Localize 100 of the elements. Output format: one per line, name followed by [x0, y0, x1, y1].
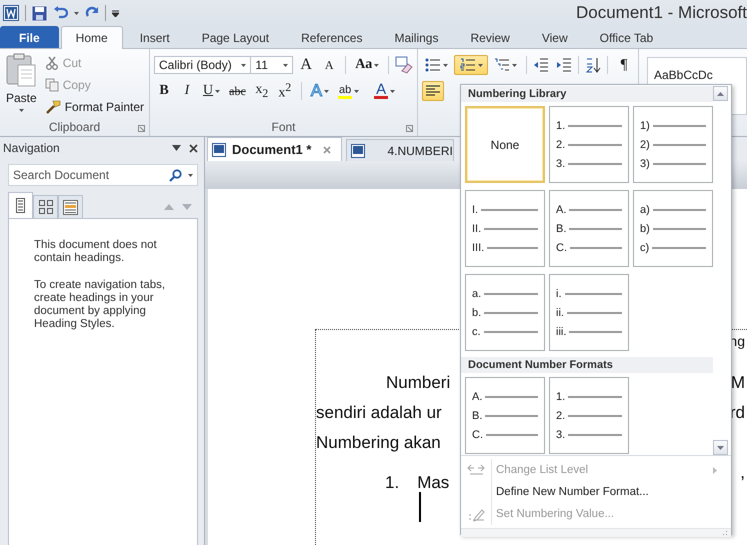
paste-button[interactable]: Paste: [4, 53, 39, 118]
document-icon: [351, 144, 366, 158]
down-arrow-icon: [717, 446, 724, 450]
document-text: ,: [740, 463, 745, 483]
underline-button[interactable]: U: [200, 81, 224, 101]
sort-icon[interactable]: [585, 57, 601, 73]
numbering-option[interactable]: a. b. c.: [465, 274, 545, 351]
section-header: Document Number Formats: [461, 357, 713, 373]
decrease-indent-icon[interactable]: [533, 58, 549, 72]
scissors-icon: [44, 56, 59, 70]
multilevel-list-icon: [494, 58, 510, 72]
document-outline-icon: [16, 198, 25, 213]
menu-item[interactable]: Define New Number Format...: [461, 481, 731, 503]
dropdown-caret-icon: [324, 90, 330, 92]
window-title: Document1 - Microsoft: [576, 3, 747, 23]
close-icon[interactable]: [189, 144, 198, 152]
document-text: Mas: [417, 472, 450, 492]
ribbon-tab[interactable]: Home: [60, 26, 123, 49]
numbering-option[interactable]: 1. 2. 3.: [549, 377, 629, 454]
dropdown-caret-icon: [188, 174, 193, 176]
numbering-option[interactable]: A. B. C.: [549, 190, 629, 267]
numbered-list-icon: [460, 58, 476, 72]
strike-button[interactable]: abc: [226, 81, 249, 101]
scroll-up-button[interactable]: [713, 86, 728, 101]
dropdown-caret-icon: [390, 90, 396, 92]
navigation-tab[interactable]: [33, 195, 58, 218]
numbering-option[interactable]: None: [465, 106, 545, 183]
change-case-button[interactable]: Aa: [352, 55, 382, 75]
numbering-option[interactable]: A. B. C.: [465, 377, 545, 454]
dialog-launcher-icon[interactable]: [406, 125, 413, 132]
word-app-icon[interactable]: [3, 5, 19, 21]
page-thumbnails-icon: [38, 200, 52, 214]
numbering-option[interactable]: a) b) c): [633, 190, 713, 267]
pane-message: This document does not contain headings.: [34, 239, 158, 265]
dropdown-caret-icon: [512, 64, 517, 66]
align-left-button[interactable]: [422, 81, 444, 101]
search-results-icon: [63, 200, 78, 214]
clear-formatting-icon[interactable]: [395, 56, 414, 74]
undo-icon[interactable]: [53, 6, 68, 20]
save-icon[interactable]: [32, 6, 47, 20]
shrink-font-button[interactable]: A: [319, 55, 340, 75]
document-text: Numberi: [385, 373, 450, 393]
navigation-tab[interactable]: [58, 195, 83, 218]
list-number: 1.: [385, 472, 400, 492]
search-box[interactable]: Search Document: [8, 164, 198, 186]
up-arrow-icon: [717, 92, 724, 96]
pane-message: To create navigation tabs, create headings in your document by applying Heading Styles.: [34, 279, 166, 331]
numbering-button[interactable]: [454, 55, 488, 75]
font-color-button[interactable]: A: [371, 81, 398, 101]
dropdown-caret-icon: [18, 109, 24, 112]
dropdown-caret-icon: [374, 64, 380, 66]
document-text: M: [730, 373, 745, 393]
numbering-option[interactable]: 1. 2. 3.: [549, 106, 629, 183]
document-tab[interactable]: 4.NUMBERI: [346, 139, 454, 161]
paintbrush-icon: [44, 100, 61, 114]
customize-toolbar-icon[interactable]: [112, 10, 119, 16]
ribbon-tab[interactable]: Page Layout: [186, 26, 284, 48]
ribbon-tab[interactable]: Review: [455, 26, 525, 48]
bold-button[interactable]: B: [154, 81, 174, 101]
dropdown-caret-icon: [283, 64, 288, 66]
ribbon-tab[interactable]: View: [526, 26, 583, 48]
bullet-list-icon: [425, 58, 441, 72]
ribbon-tab[interactable]: Insert: [124, 26, 185, 48]
align-left-icon: [426, 85, 440, 97]
search-icon[interactable]: [169, 168, 182, 182]
scroll-down-button[interactable]: [713, 440, 728, 455]
document-tab[interactable]: Document1 *: [207, 137, 342, 161]
document-text: sendiri adalah ur: [316, 403, 442, 423]
dropdown-caret-icon: [215, 90, 220, 92]
dropdown-caret-icon: [443, 64, 448, 66]
ribbon-tab[interactable]: Office Tab: [584, 26, 668, 48]
dropdown-caret-icon: [241, 64, 246, 66]
show-formatting-button[interactable]: ¶: [614, 55, 634, 75]
italic-button[interactable]: I: [177, 81, 197, 101]
file-tab[interactable]: File: [0, 26, 59, 48]
indent-arrows-icon: [467, 464, 485, 476]
sub-button[interactable]: x$_{2}$: [252, 81, 272, 101]
group-label: Clipboard: [48, 120, 100, 134]
highlight-button[interactable]: ab: [335, 81, 362, 101]
font-size-field[interactable]: 11: [250, 56, 294, 74]
numbering-option[interactable]: 1) 2) 3): [633, 106, 713, 183]
ribbon-tab[interactable]: References: [286, 26, 378, 48]
pane-menu-icon[interactable]: [172, 145, 181, 151]
numbering-option[interactable]: i. ii. iii.: [549, 274, 629, 351]
painter-button[interactable]: Format Painter: [42, 97, 146, 117]
ribbon-tab[interactable]: Mailings: [379, 26, 454, 48]
font-family-field[interactable]: Calibri (Body): [154, 56, 252, 74]
section-header: Numbering Library: [461, 86, 713, 102]
document-icon: [212, 142, 226, 156]
navigation-tab[interactable]: [8, 192, 33, 218]
dropdown-caret-icon: [354, 90, 360, 92]
undo-dropdown-icon: [74, 12, 79, 14]
dialog-launcher-icon[interactable]: [138, 125, 145, 132]
resize-grip-icon[interactable]: [720, 529, 728, 537]
numbering-option[interactable]: I. II. III.: [465, 190, 545, 267]
grow-font-button[interactable]: A: [296, 55, 316, 75]
increase-indent-icon[interactable]: [556, 58, 572, 72]
dropdown-caret-icon: [478, 64, 482, 66]
group-label: Font: [271, 120, 296, 134]
sup-button[interactable]: x$^{2}$: [274, 81, 295, 101]
